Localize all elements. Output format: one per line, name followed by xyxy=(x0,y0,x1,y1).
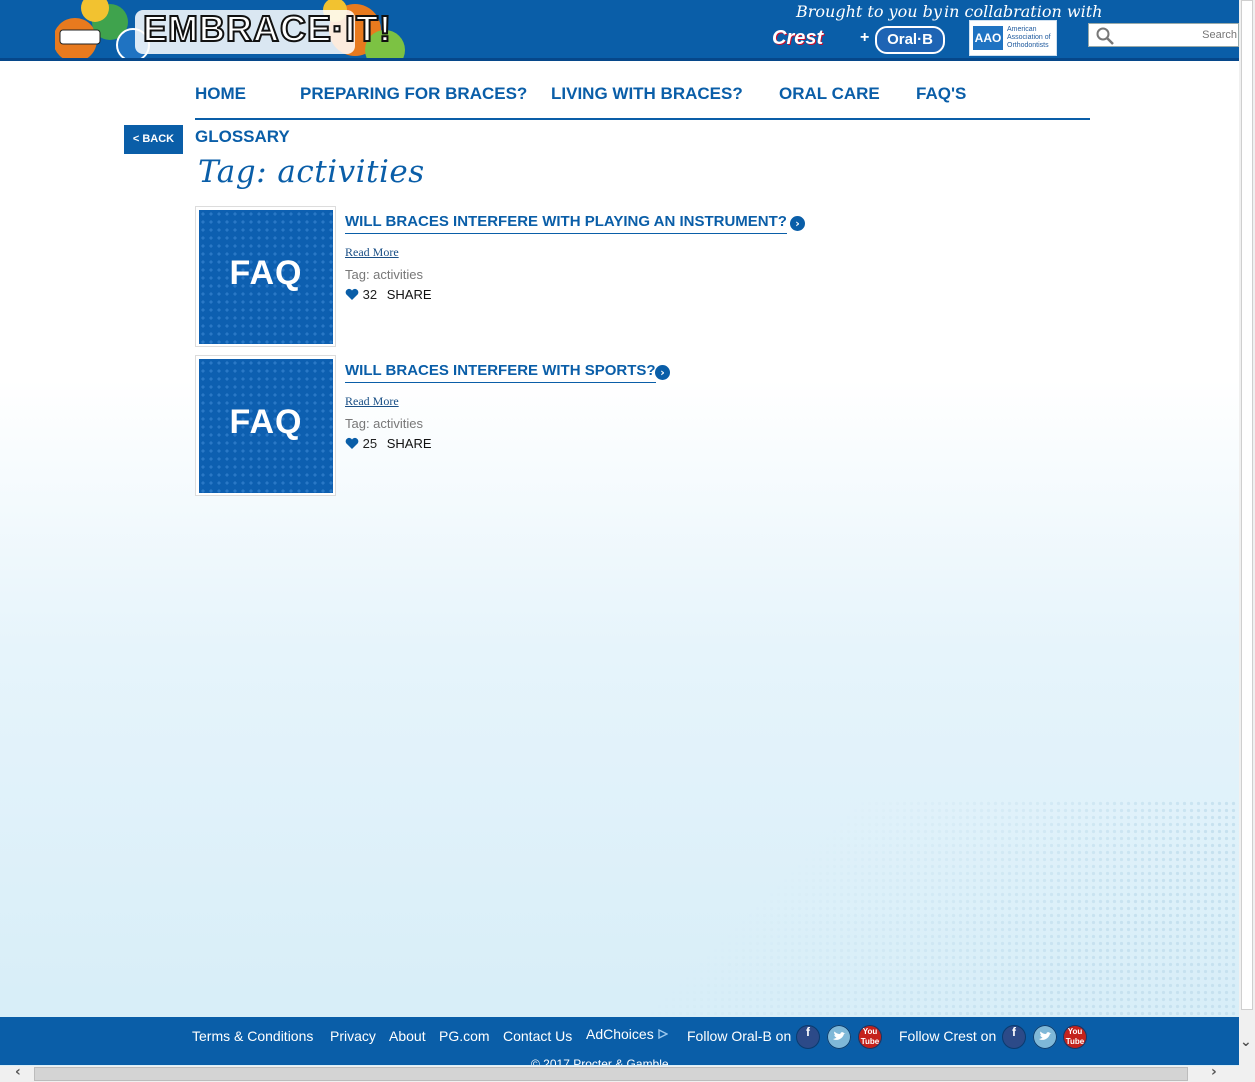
post-title-link[interactable]: WILL BRACES INTERFERE WITH PLAYING AN IN… xyxy=(345,213,787,234)
footer-link-terms[interactable]: Terms & Conditions xyxy=(192,1028,313,1044)
header-stripe xyxy=(0,58,1239,61)
aao-mark: AAO xyxy=(973,26,1003,50)
nav-item-living-with-braces[interactable]: LIVING WITH BRACES? xyxy=(551,84,743,104)
scroll-right-icon[interactable]: › xyxy=(1211,1064,1217,1080)
nav-item-home[interactable]: HOME xyxy=(195,84,246,104)
thumbnail-label: FAQ xyxy=(229,254,303,292)
like-count: 25 xyxy=(362,436,378,451)
oralb-logo[interactable]: Oral·B xyxy=(875,26,945,54)
thumbnail-label: FAQ xyxy=(229,403,303,441)
post-item: FAQ WILL BRACES INTERFERE WITH SPORTS? ›… xyxy=(195,355,1095,498)
post-thumbnail[interactable]: FAQ xyxy=(195,206,336,347)
read-more-link[interactable]: Read More xyxy=(345,245,399,260)
oralb-twitter-icon[interactable] xyxy=(827,1025,851,1049)
post-tag: Tag: activities xyxy=(345,416,424,431)
oralb-youtube-icon[interactable]: You Tube xyxy=(858,1025,882,1049)
arrow-right-circle-icon[interactable]: › xyxy=(790,216,805,231)
nav-item-faqs[interactable]: FAQ'S xyxy=(916,84,966,104)
adchoices-icon xyxy=(657,1029,668,1039)
aao-logo[interactable]: AAO American Association of Orthodontist… xyxy=(969,20,1057,56)
follow-crest-label: Follow Crest on xyxy=(899,1028,997,1044)
like-count: 32 xyxy=(362,287,378,302)
plus-sign: + xyxy=(860,29,870,46)
site-header: EMBRACE·IT! Brought to you by in collabr… xyxy=(0,0,1239,61)
post-title-link[interactable]: WILL BRACES INTERFERE WITH SPORTS? xyxy=(345,362,656,383)
aao-text: American Association of Orthodontists xyxy=(1007,26,1051,49)
brought-to-you-text: Brought to you by xyxy=(796,2,942,21)
post-thumbnail[interactable]: FAQ xyxy=(195,355,336,496)
search-icon[interactable] xyxy=(1095,26,1115,46)
logo-text: EMBRACE·IT! xyxy=(142,7,392,50)
heart-icon[interactable] xyxy=(345,437,359,450)
nav-item-oral-care[interactable]: ORAL CARE xyxy=(779,84,880,104)
scrollbar-corner xyxy=(1239,1066,1255,1082)
adchoices-label: AdChoices xyxy=(586,1026,654,1042)
post-title-text: WILL BRACES INTERFERE WITH PLAYING AN IN… xyxy=(345,213,787,230)
footer-link-adchoices[interactable]: AdChoices xyxy=(586,1026,668,1042)
post-tag: Tag: activities xyxy=(345,267,424,282)
faq-thumbnail-image: FAQ xyxy=(199,210,333,344)
vertical-scrollbar-thumb[interactable] xyxy=(1241,0,1253,1010)
scroll-left-icon[interactable]: ‹ xyxy=(15,1064,21,1080)
crest-logo[interactable]: Crest xyxy=(772,27,823,50)
crest-twitter-icon[interactable] xyxy=(1033,1025,1057,1049)
crest-facebook-icon[interactable]: f xyxy=(1002,1025,1026,1049)
main-nav: HOME PREPARING FOR BRACES? LIVING WITH B… xyxy=(195,84,1090,120)
search-input[interactable] xyxy=(1119,26,1237,44)
site-footer: Terms & Conditions Privacy About PG.com … xyxy=(0,1017,1239,1065)
post-likes: 32 SHARE xyxy=(345,287,432,302)
collaboration-text: in collabration with xyxy=(944,2,1103,21)
footer-link-privacy[interactable]: Privacy xyxy=(330,1028,376,1044)
heart-icon[interactable] xyxy=(345,288,359,301)
post-item: FAQ WILL BRACES INTERFERE WITH PLAYING A… xyxy=(195,206,1095,349)
post-title-text: WILL BRACES INTERFERE WITH SPORTS? xyxy=(345,362,656,379)
post-likes: 25 SHARE xyxy=(345,436,432,451)
arrow-right-circle-icon[interactable]: › xyxy=(655,365,670,380)
faq-thumbnail-image: FAQ xyxy=(199,359,333,493)
copyright-text: © 2017 Procter & Gamble xyxy=(531,1057,669,1065)
share-button[interactable]: SHARE xyxy=(387,436,432,451)
follow-oralb-label: Follow Oral-B on xyxy=(687,1028,792,1044)
back-button[interactable]: < BACK xyxy=(124,125,183,154)
footer-link-pgcom[interactable]: PG.com xyxy=(439,1028,490,1044)
nav-item-preparing-for-braces[interactable]: PREPARING FOR BRACES? xyxy=(300,84,527,104)
oralb-facebook-icon[interactable]: f xyxy=(796,1025,820,1049)
read-more-link[interactable]: Read More xyxy=(345,394,399,409)
scroll-down-icon[interactable]: ⌄ xyxy=(1240,1034,1252,1050)
embrace-it-logo[interactable]: EMBRACE·IT! xyxy=(55,0,405,61)
search-box[interactable] xyxy=(1088,23,1239,47)
share-button[interactable]: SHARE xyxy=(387,287,432,302)
halftone-background xyxy=(600,800,1239,1017)
footer-link-contact[interactable]: Contact Us xyxy=(503,1028,572,1044)
crest-youtube-icon[interactable]: You Tube xyxy=(1063,1025,1087,1049)
nav-item-glossary[interactable]: GLOSSARY xyxy=(195,127,290,147)
footer-link-about[interactable]: About xyxy=(389,1028,426,1044)
page-title: Tag: activities xyxy=(198,154,425,190)
horizontal-scrollbar-thumb[interactable] xyxy=(34,1067,1188,1081)
